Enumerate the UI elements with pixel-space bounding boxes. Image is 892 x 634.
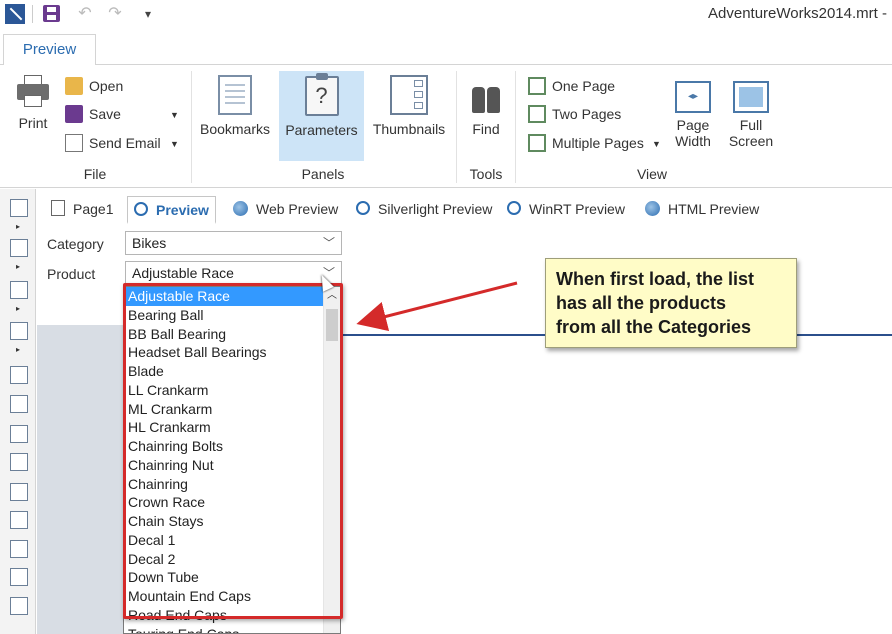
callout-line-3: from all the Categories — [556, 317, 752, 337]
annotation-callout: When first load, the list has all the pr… — [545, 258, 797, 348]
callout-line-1: When first load, the list — [556, 269, 755, 289]
callout-line-2: has all the products — [556, 293, 727, 313]
